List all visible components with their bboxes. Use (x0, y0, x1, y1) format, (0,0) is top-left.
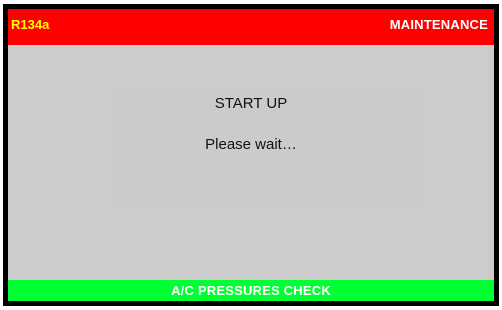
device-screen: R134a MAINTENANCE START UP Please wait… … (3, 4, 499, 306)
status-title: START UP (214, 95, 288, 112)
status-message: Please wait… (205, 136, 297, 153)
refrigerant-type: R134a (11, 17, 50, 32)
header-bar: R134a MAINTENANCE (8, 9, 494, 45)
main-panel: START UP Please wait… (8, 45, 494, 280)
mode-title: MAINTENANCE (389, 17, 488, 32)
footer-bar: A/C PRESSURES CHECK (8, 280, 494, 301)
footer-label: A/C PRESSURES CHECK (171, 283, 331, 298)
